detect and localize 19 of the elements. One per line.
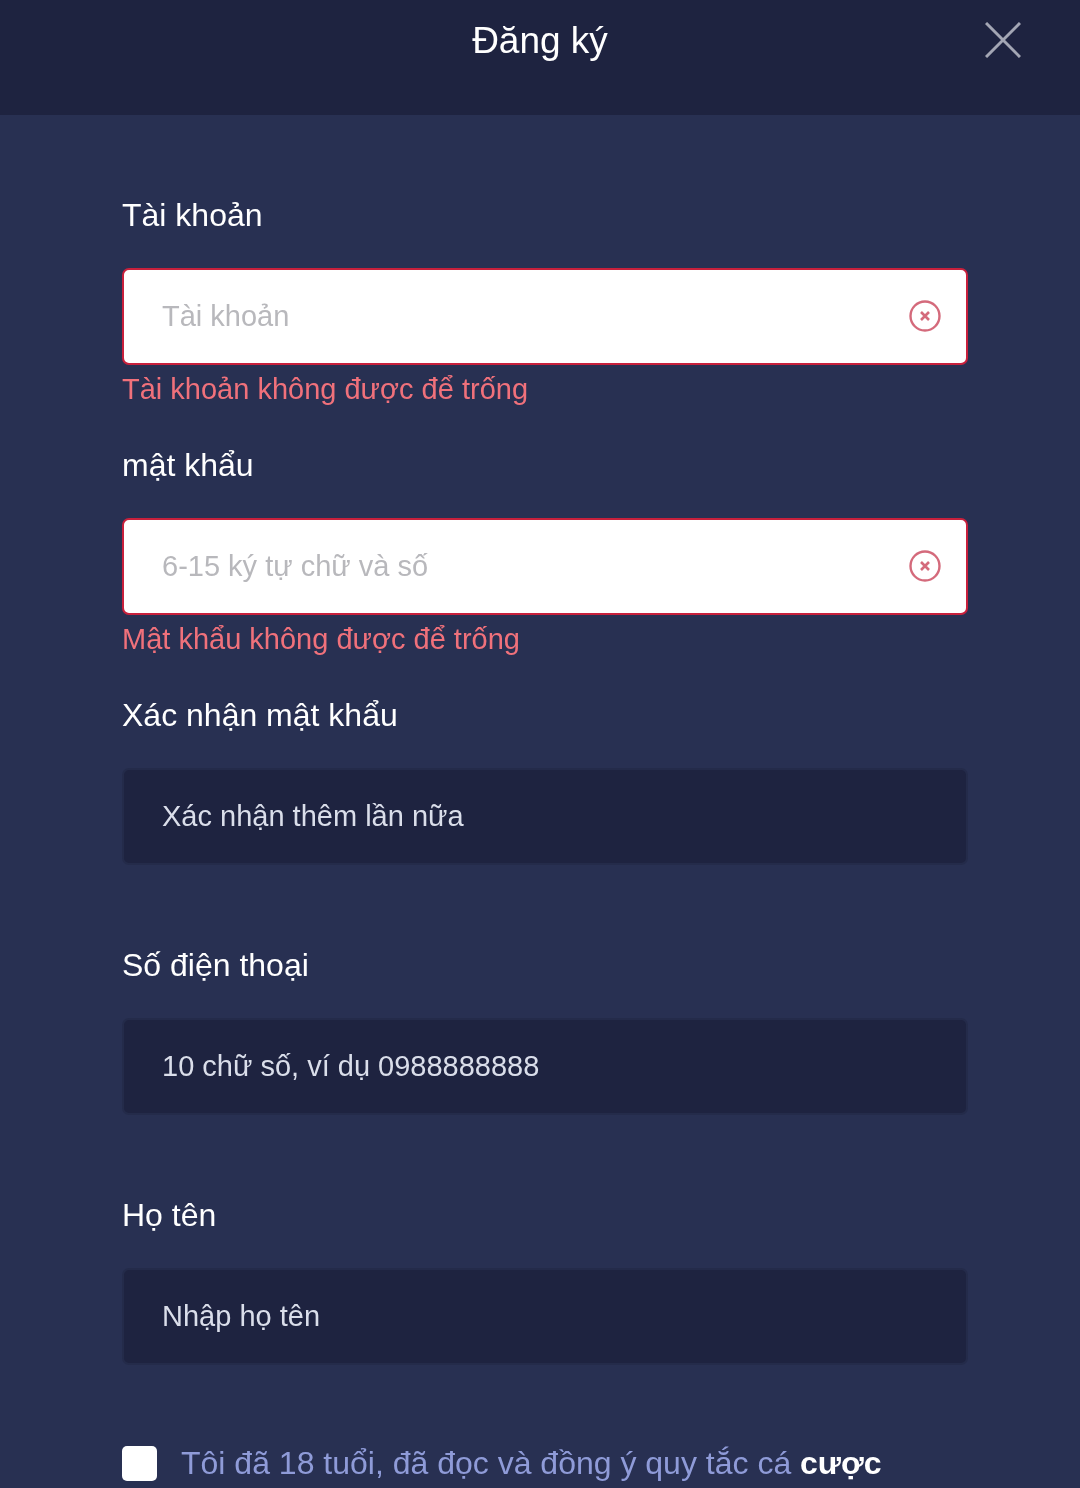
field-label: mật khẩu [122,446,254,485]
error-message: Tài khoản không được để trống [122,372,528,407]
close-icon [985,22,1021,58]
clear-icon[interactable] [909,300,941,332]
input-field[interactable]: Nhập họ tên [122,1268,968,1365]
field-label: Họ tên [122,1196,217,1235]
error-message: Mật khẩu không được để trống [122,622,520,657]
field-label: Số điện thoại [122,946,309,985]
agreement-text: Tôi đã 18 tuổi, đã đọc và đồng ý quy tắc cá cược [181,1445,882,1481]
checkbox[interactable] [122,1445,157,1481]
input-field[interactable]: Tài khoản [122,268,968,365]
clear-icon[interactable] [909,550,941,582]
field-label: Tài khoản [122,196,263,235]
input-field[interactable]: Xác nhận thêm lần nữa [122,768,968,865]
dialog-title: Đăng ký [472,19,608,63]
field-label: Xác nhận mật khẩu [122,696,398,735]
input-field[interactable]: 6-15 ký tự chữ và số [122,518,968,615]
input-field[interactable]: 10 chữ số, ví dụ 0988888888 [122,1018,968,1115]
close-button[interactable] [982,19,1024,61]
